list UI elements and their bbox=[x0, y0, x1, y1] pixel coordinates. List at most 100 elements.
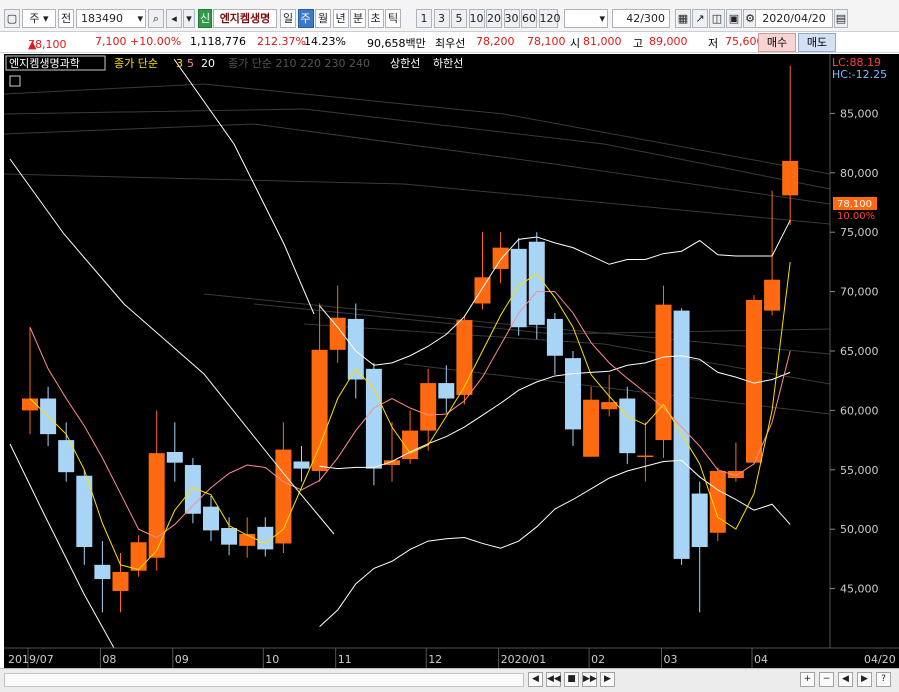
period-tab-5[interactable]: 초 bbox=[367, 9, 384, 28]
calendar-icon[interactable]: ▤ bbox=[834, 9, 848, 28]
candle-body bbox=[293, 461, 310, 469]
zoom-tool-3[interactable]: ▶ bbox=[857, 672, 872, 687]
candle-body bbox=[474, 277, 491, 304]
sell-button[interactable]: 매도 bbox=[798, 33, 836, 52]
candle-body bbox=[347, 318, 364, 380]
buy-button[interactable]: 매수 bbox=[758, 33, 796, 52]
period-tab-0[interactable]: 일 bbox=[280, 9, 296, 28]
stock-code-input[interactable]: 183490 ▾ bbox=[76, 9, 146, 28]
code-dropdown-icon[interactable]: ▾ bbox=[137, 10, 143, 27]
candle-body bbox=[239, 533, 256, 546]
period-tab-3[interactable]: 년 bbox=[332, 9, 349, 28]
candle-body bbox=[456, 320, 473, 395]
grid-icon[interactable]: ▦ bbox=[675, 9, 691, 28]
x-tick-label: 11 bbox=[338, 653, 352, 666]
price-chart[interactable]: 85,000 80,000 75,000 70,000 65,000 60,000 55,0… bbox=[3, 54, 899, 668]
candle-body bbox=[166, 451, 183, 463]
candle-body bbox=[637, 455, 654, 458]
x-tick-label: 04 bbox=[754, 653, 768, 666]
long-ma-line bbox=[3, 173, 831, 225]
candles bbox=[22, 65, 799, 613]
legend-upper: 상한선 bbox=[390, 57, 420, 70]
legend-ma-5: 5 bbox=[187, 57, 194, 70]
nav-button-4[interactable]: ▶ bbox=[600, 672, 615, 687]
y-tick-label: 80,000 bbox=[840, 167, 879, 180]
nav-button-0[interactable]: ◀ bbox=[528, 672, 543, 687]
zoom-tool-0[interactable]: + bbox=[800, 672, 815, 687]
interval-button-120[interactable]: 120 bbox=[538, 9, 561, 28]
x-axis: 2019/07 08 09 10 11 12 2020/01 02 03 04 04/20 bbox=[8, 648, 896, 668]
y-axis: 85,000 80,000 75,000 70,000 65,000 60,000 55,0… bbox=[830, 107, 879, 596]
prev-button[interactable]: 전 bbox=[58, 9, 74, 28]
high-label: 고 bbox=[633, 37, 644, 50]
interval-dropdown-icon[interactable]: ▾ bbox=[599, 10, 605, 27]
candle-body bbox=[112, 571, 129, 591]
y-tick-label: 65,000 bbox=[840, 345, 879, 358]
interval-button-5[interactable]: 5 bbox=[451, 9, 467, 28]
candle-body bbox=[691, 493, 708, 548]
nav-button-3[interactable]: ▶▶ bbox=[582, 672, 597, 687]
legend-ma-20: 20 bbox=[201, 57, 215, 70]
interval-input[interactable]: ▾ bbox=[564, 9, 608, 28]
volume: 1,118,776 bbox=[190, 35, 246, 48]
zoom-tool-1[interactable]: − bbox=[819, 672, 834, 687]
interval-button-1[interactable]: 1 bbox=[416, 9, 432, 28]
chart-tools-icon[interactable]: ◫ bbox=[709, 9, 725, 28]
open-value: 81,000 bbox=[583, 35, 622, 48]
x-tick-label: 10 bbox=[265, 653, 279, 666]
chevron-down-icon[interactable]: ▾ bbox=[183, 9, 195, 28]
chart-menu-icon[interactable]: ▢ bbox=[4, 9, 20, 28]
change-value: 7,100 bbox=[95, 35, 127, 48]
period-type-select[interactable]: 주 ▾ bbox=[22, 9, 56, 28]
interval-button-60[interactable]: 60 bbox=[521, 9, 537, 28]
candle-body bbox=[257, 526, 274, 550]
interval-button-30[interactable]: 30 bbox=[503, 9, 520, 28]
chart-canvas: 85,000 80,000 75,000 70,000 65,000 60,000 55,0… bbox=[3, 54, 899, 668]
x-tick-label: 08 bbox=[102, 653, 116, 666]
x-tick-label: 04/20 bbox=[864, 653, 896, 666]
long-decline-line-b bbox=[9, 443, 115, 649]
price-tag-text: 78,100 bbox=[837, 199, 872, 210]
period-tab-6[interactable]: 틱 bbox=[385, 9, 401, 28]
volume-ratio: 212.37% bbox=[257, 35, 306, 48]
candle-body bbox=[601, 402, 618, 410]
y-tick-label: 70,000 bbox=[840, 286, 879, 299]
interval-button-3[interactable]: 3 bbox=[433, 9, 450, 28]
date-field[interactable]: 2020/04/20 bbox=[755, 9, 833, 28]
candle-body bbox=[782, 160, 799, 196]
legend-table-icon[interactable] bbox=[9, 75, 21, 87]
interval-button-10[interactable]: 10 bbox=[468, 9, 485, 28]
save-icon[interactable]: ▣ bbox=[726, 9, 742, 28]
turnover: 14.23% bbox=[304, 35, 346, 48]
credit-badge[interactable]: 신 bbox=[198, 9, 212, 28]
period-tab-4[interactable]: 분 bbox=[350, 9, 366, 28]
zoom-tool-2[interactable]: ◀ bbox=[838, 672, 853, 687]
nav-button-1[interactable]: ◀◀ bbox=[546, 672, 561, 687]
best-bid: 78,100 bbox=[527, 35, 566, 48]
pct-tag-text: 10.00% bbox=[837, 211, 875, 222]
y-tick-label: 50,000 bbox=[840, 523, 879, 536]
period-tab-1[interactable]: 주 bbox=[297, 9, 314, 28]
y-tick-label: 45,000 bbox=[840, 583, 879, 596]
search-icon[interactable]: ⌕ bbox=[148, 9, 164, 28]
x-tick-label: 09 bbox=[175, 653, 189, 666]
x-tick-label: 03 bbox=[664, 653, 678, 666]
period-tab-2[interactable]: 월 bbox=[315, 9, 331, 28]
speaker-icon[interactable]: ◂ bbox=[166, 9, 182, 28]
interval-button-20[interactable]: 20 bbox=[486, 9, 502, 28]
change-pct: +10.00% bbox=[130, 35, 182, 48]
open-label: 시 bbox=[570, 37, 581, 50]
legend-lower: 하한선 bbox=[433, 56, 463, 70]
candle-body bbox=[438, 383, 455, 399]
nav-button-2[interactable]: ■ bbox=[564, 672, 579, 687]
candle-body bbox=[619, 398, 636, 454]
zoom-tool-4[interactable]: ? bbox=[876, 672, 891, 687]
x-tick-label: 12 bbox=[428, 653, 442, 666]
drawing-icon[interactable]: ↗ bbox=[692, 9, 708, 28]
legend-ma-label: 종가 단순 bbox=[114, 57, 158, 70]
best-ask-label: 최우선 bbox=[435, 37, 466, 50]
candle-body bbox=[528, 241, 545, 325]
candle-body bbox=[311, 349, 328, 471]
candle-body bbox=[510, 248, 527, 328]
horizontal-scrollbar[interactable] bbox=[4, 673, 524, 687]
